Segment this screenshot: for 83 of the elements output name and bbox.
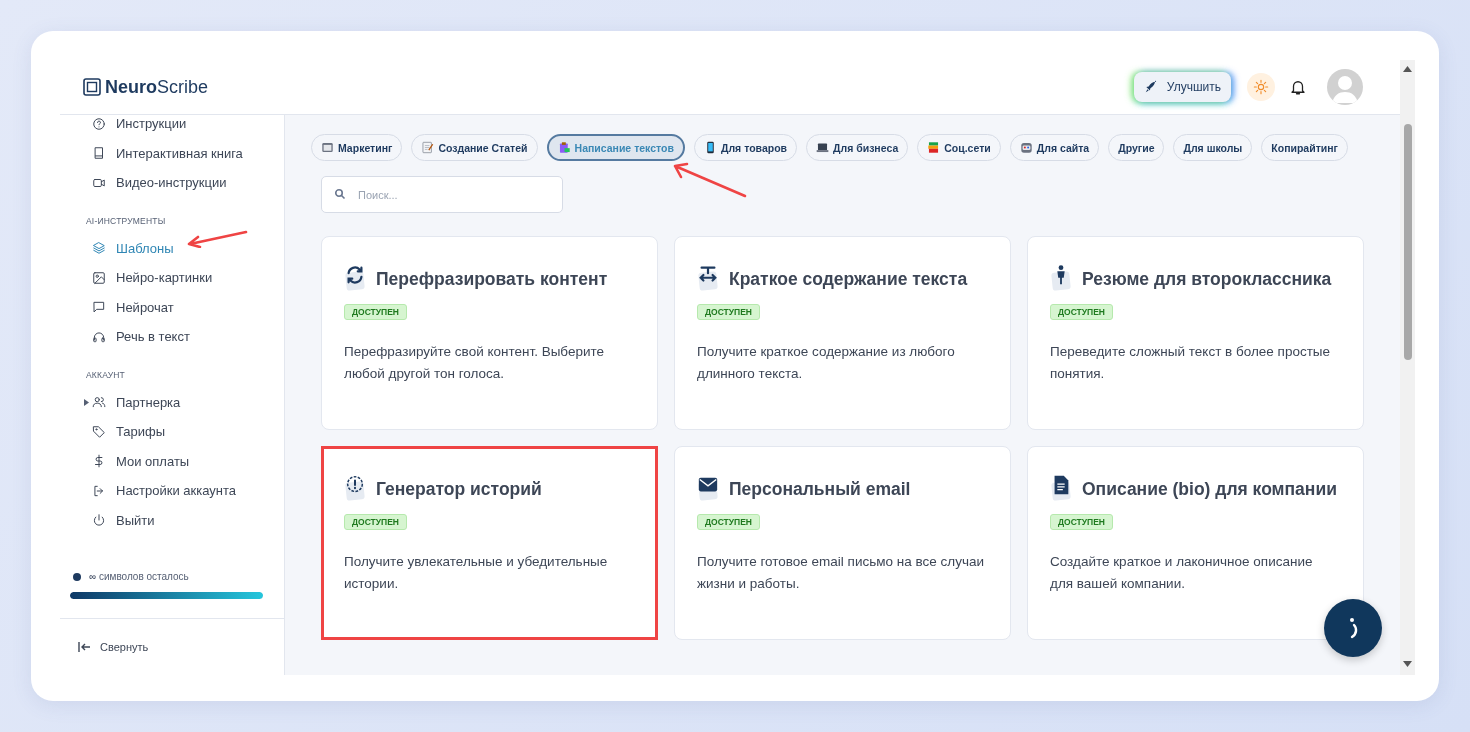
tag-icon <box>92 424 106 439</box>
chat-widget-button[interactable] <box>1324 599 1382 657</box>
template-card[interactable]: Резюме для второклассника ДОСТУПЕН Переведите сложный текст в более простые понятия. <box>1027 236 1364 430</box>
section-heading: AI-ИНСТРУМЕНТЫ <box>86 215 167 226</box>
logo-icon <box>83 78 101 96</box>
power-icon <box>92 513 106 528</box>
card-description: Перефразируйте свой контент. Выберите любой другой тон голоса. <box>344 343 606 383</box>
category-tab[interactable]: Соц.сети <box>917 134 1001 161</box>
logo-text[interactable]: NeuroScribe <box>105 76 209 98</box>
sun-icon <box>1253 79 1269 95</box>
template-card[interactable]: Персональный email ДОСТУПЕН Получите готовое email письмо на все случаи жизни и работы. <box>674 446 1011 640</box>
notepad-icon <box>421 141 435 154</box>
collapse-icon[interactable] <box>78 641 92 653</box>
category-tab[interactable]: Маркетинг <box>311 134 403 161</box>
theme-toggle-button[interactable] <box>1247 73 1275 101</box>
template-card[interactable]: Перефразировать контент ДОСТУПЕН Перефразируйте свой контент. Выберите любой другой тон голоса. <box>321 236 658 430</box>
card-title: Перефразировать контент <box>376 269 608 290</box>
laptop-icon <box>816 141 829 154</box>
book-icon <box>92 146 106 161</box>
calendar-icon <box>321 141 334 154</box>
card-description: Переведите сложный текст в более простые понятия. <box>1050 343 1332 383</box>
bell-icon[interactable] <box>1289 78 1307 96</box>
category-tab[interactable]: Для бизнеса <box>806 134 909 161</box>
template-card[interactable]: Генератор историй ДОСТУПЕН Получите увлекательные и убедительные истории. <box>321 446 658 640</box>
collapse-link[interactable]: Свернуть <box>100 641 149 653</box>
section-heading: АККАУНТ <box>86 369 126 380</box>
status-badge: ДОСТУПЕН <box>697 304 760 320</box>
category-tab[interactable]: Создание Статей <box>411 134 538 161</box>
headphones-icon <box>92 329 106 344</box>
layers-icon <box>92 241 106 256</box>
help-icon <box>92 116 106 131</box>
expand-caret-icon[interactable] <box>84 398 89 406</box>
sidebar-item[interactable]: Настройки аккаунта <box>116 483 237 499</box>
card-description: Получите увлекательные и убедительные истории. <box>344 553 609 593</box>
sidebar-item[interactable]: Видео-инструкции <box>116 175 227 191</box>
template-card[interactable]: Описание (bio) для компании ДОСТУПЕН Создайте краткое и лаконичное описание для вашей компании. <box>1027 446 1364 640</box>
status-badge: ДОСТУПЕН <box>1050 514 1113 530</box>
scrollbar[interactable] <box>1400 60 1415 675</box>
category-tab[interactable]: Для товаров <box>693 134 797 161</box>
clipboard-icon <box>557 141 571 154</box>
card-title: Персональный email <box>729 479 911 500</box>
card-title: Краткое содержание текста <box>729 269 968 290</box>
scrollbar-thumb[interactable] <box>1403 124 1412 360</box>
users-icon <box>92 395 106 410</box>
sidebar-item[interactable]: Нейрочат <box>116 299 174 315</box>
search-icon <box>334 188 346 200</box>
status-badge: ДОСТУПЕН <box>344 304 407 320</box>
status-badge: ДОСТУПЕН <box>697 514 760 530</box>
sidebar-item[interactable]: Интерактивная книга <box>116 145 243 161</box>
status-dot <box>73 572 81 581</box>
card-title: Резюме для второклассника <box>1082 269 1332 290</box>
sidebar-item[interactable]: Нейро-картинки <box>116 270 213 286</box>
status-badge: ДОСТУПЕН <box>344 514 407 530</box>
card-title: Генератор историй <box>376 479 542 500</box>
sidebar-item[interactable]: Речь в текст <box>116 329 190 345</box>
sidebar-item[interactable]: Мои оплаты <box>116 453 190 469</box>
category-tab[interactable]: Для сайта <box>1009 134 1100 161</box>
robot-icon <box>1019 141 1033 154</box>
sidebar-item[interactable]: Шаблоны <box>116 240 174 256</box>
card-description: Получите краткое содержание из любого длинного текста. <box>697 343 956 383</box>
card-description: Получите готовое email письмо на все случаи жизни и работы. <box>697 553 985 593</box>
symbols-left-text: ∞ символов осталось <box>89 571 189 582</box>
image-icon <box>92 270 106 285</box>
card-description: Создайте краткое и лаконичное описание для вашей компании. <box>1050 553 1314 593</box>
rocket-icon <box>1143 80 1158 94</box>
scroll-down-arrow-icon[interactable] <box>1403 661 1412 667</box>
dollar-icon <box>92 454 106 469</box>
search-field[interactable]: Поиск... <box>321 176 563 213</box>
sidebar-item[interactable]: Партнерка <box>116 394 181 410</box>
scroll-up-arrow-icon[interactable] <box>1403 66 1412 72</box>
sidebar-item[interactable]: Тарифы <box>116 424 166 440</box>
category-tab[interactable]: Другие <box>1108 134 1165 161</box>
chat-bubble-icon <box>92 300 106 315</box>
exit-arrow-icon <box>92 483 106 498</box>
sidebar-item[interactable]: Выйти <box>116 512 155 528</box>
upgrade-button[interactable]: Улучшить <box>1133 72 1231 102</box>
sidebar-item[interactable]: Инструкции <box>116 116 187 132</box>
status-badge: ДОСТУПЕН <box>1050 304 1113 320</box>
template-card[interactable]: Краткое содержание текста ДОСТУПЕН Получите краткое содержание из любого длинного текста. <box>674 236 1011 430</box>
category-tab[interactable]: Копирайтинг <box>1261 134 1348 161</box>
category-tab[interactable]: Для школы <box>1173 134 1253 161</box>
books-icon <box>927 141 941 154</box>
card-title: Описание (bio) для компании <box>1082 479 1337 500</box>
